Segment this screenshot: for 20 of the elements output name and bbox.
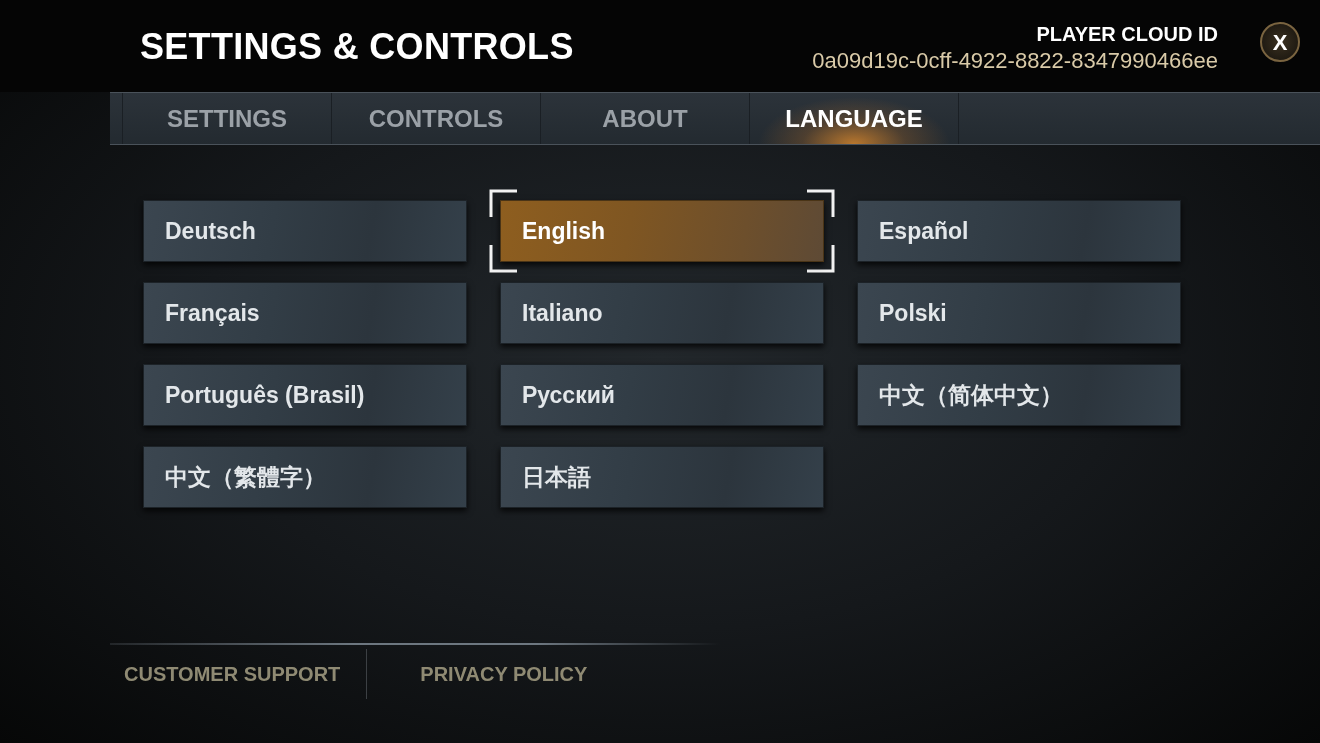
language-option[interactable]: Español xyxy=(857,200,1181,262)
language-option[interactable]: Italiano xyxy=(500,282,824,344)
language-option[interactable]: 中文（简体中文） xyxy=(857,364,1181,426)
page-title: SETTINGS & CONTROLS xyxy=(140,25,574,69)
language-option[interactable]: Русский xyxy=(500,364,824,426)
player-cloud-id-label: PLAYER CLOUD ID xyxy=(1036,21,1218,47)
language-option[interactable]: Português (Brasil) xyxy=(143,364,467,426)
language-option[interactable]: English xyxy=(500,200,824,262)
footer-link[interactable]: PRIVACY POLICY xyxy=(420,659,588,689)
footer-link[interactable]: CUSTOMER SUPPORT xyxy=(124,659,341,689)
close-button[interactable]: X xyxy=(1260,22,1300,62)
language-option[interactable]: Français xyxy=(143,282,467,344)
tab[interactable]: CONTROLS xyxy=(331,93,540,144)
language-option[interactable]: Deutsch xyxy=(143,200,467,262)
language-option[interactable]: 日本語 xyxy=(500,446,824,508)
language-option[interactable]: Polski xyxy=(857,282,1181,344)
player-cloud-id: 0a09d19c-0cff-4922-8822-8347990466ee xyxy=(812,46,1218,74)
language-option[interactable]: 中文（繁體字） xyxy=(143,446,467,508)
tab[interactable]: ABOUT xyxy=(540,93,749,144)
tab[interactable]: SETTINGS xyxy=(122,93,331,144)
